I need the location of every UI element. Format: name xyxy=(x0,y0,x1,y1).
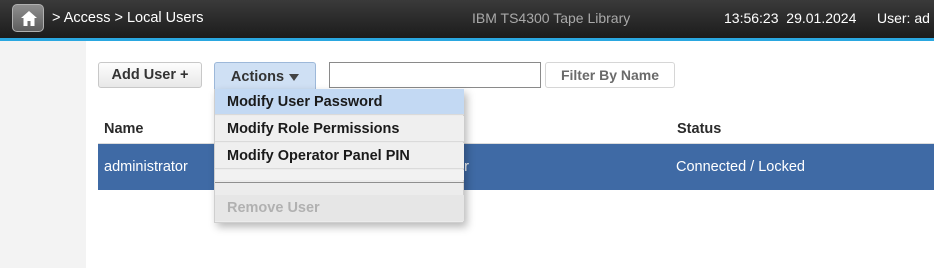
actions-button[interactable]: Actions xyxy=(214,62,316,90)
column-header-name[interactable]: Name xyxy=(104,121,144,137)
menu-item-modify-role-permissions[interactable]: Modify Role Permissions xyxy=(215,116,464,142)
left-gutter xyxy=(0,41,86,268)
top-bar: > Access > Local Users IBM TS4300 Tape L… xyxy=(0,0,934,38)
top-bar-accent xyxy=(0,38,934,41)
breadcrumb: > Access > Local Users xyxy=(52,10,204,26)
breadcrumb-separator: > xyxy=(52,10,61,26)
time: 13:56:23 xyxy=(724,10,779,26)
caret-down-icon xyxy=(289,74,300,81)
product-name: IBM TS4300 Tape Library xyxy=(472,10,631,26)
actions-label: Actions xyxy=(230,68,285,85)
breadcrumb-local-users[interactable]: Local Users xyxy=(127,10,204,26)
menu-item-modify-operator-panel-pin[interactable]: Modify Operator Panel PIN xyxy=(215,143,464,169)
cell-name: administrator xyxy=(104,159,188,175)
menu-item-remove-user: Remove User xyxy=(215,195,464,221)
home-icon xyxy=(21,11,37,26)
home-button[interactable] xyxy=(12,4,44,32)
menu-spacer xyxy=(215,170,464,180)
actions-menu: Modify User Password Modify Role Permiss… xyxy=(214,89,464,223)
clock: 13:56:23 29.01.2024 xyxy=(724,10,856,26)
filter-by-name-button[interactable]: Filter By Name xyxy=(545,62,675,88)
column-header-status[interactable]: Status xyxy=(677,121,721,137)
breadcrumb-separator: > xyxy=(114,10,123,26)
date: 29.01.2024 xyxy=(786,10,857,26)
menu-separator xyxy=(215,182,464,183)
add-user-button[interactable]: Add User + xyxy=(98,62,202,88)
filter-input[interactable] xyxy=(329,62,541,88)
cell-status: Connected / Locked xyxy=(676,159,805,175)
breadcrumb-access[interactable]: Access xyxy=(64,10,111,26)
menu-item-modify-user-password[interactable]: Modify User Password xyxy=(215,89,464,115)
user-info[interactable]: User: ad xyxy=(877,10,930,26)
